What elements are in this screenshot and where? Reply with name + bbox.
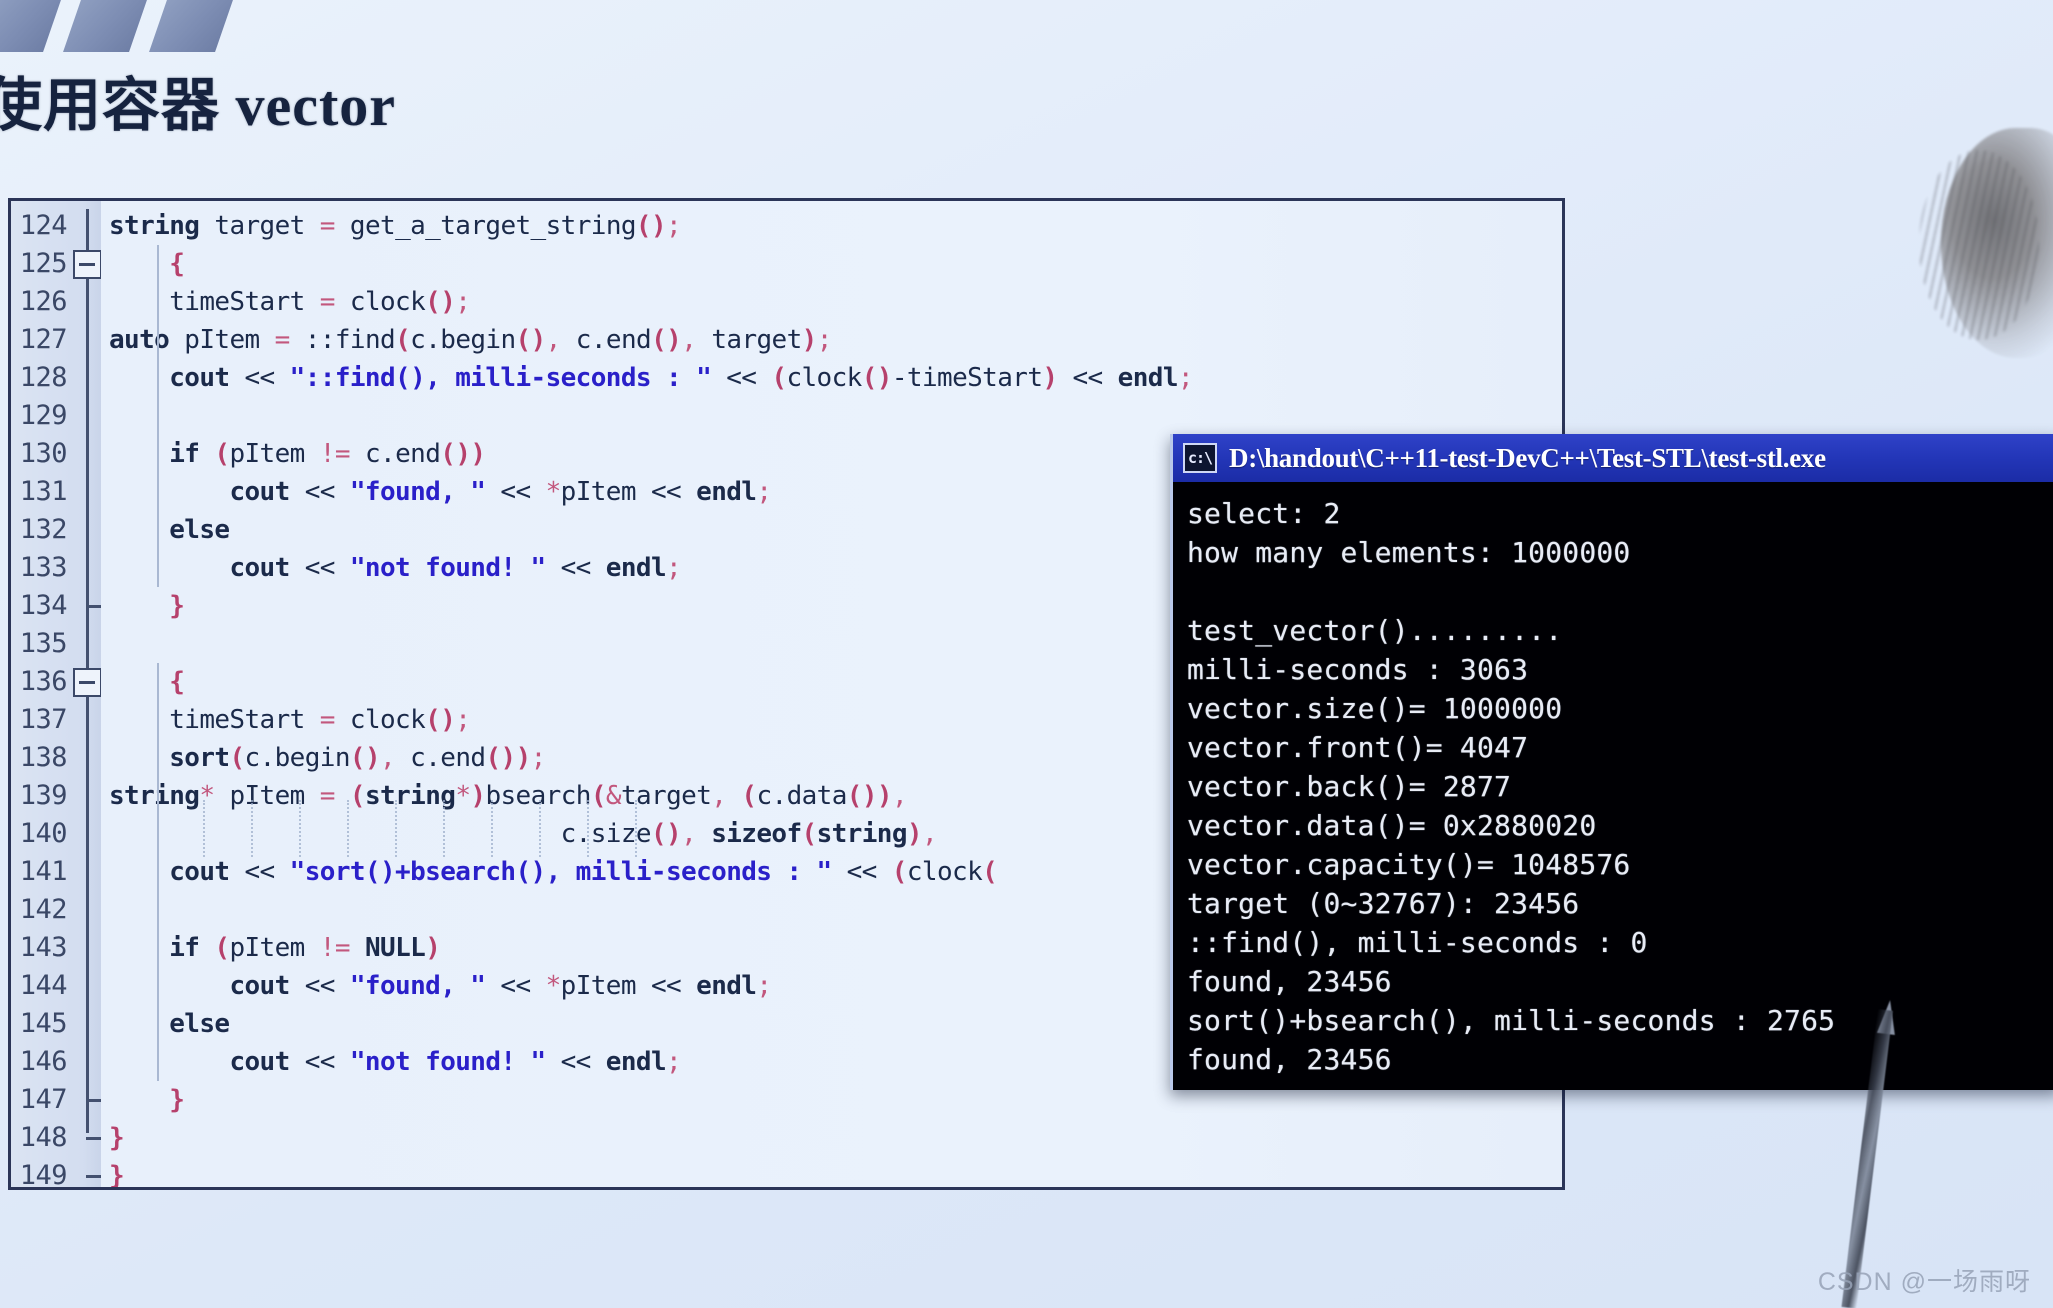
decorative-bar-2 <box>63 0 147 52</box>
code-fold-end-tick <box>86 1175 102 1178</box>
indent-guide <box>251 799 254 857</box>
console-output-line: how many elements: 1000000 <box>1187 536 1631 569</box>
console-output-line: vector.capacity()= 1048576 <box>1187 848 1631 881</box>
page-title: 使用容器 vector <box>0 73 397 138</box>
console-output-line: sort()+bsearch(), milli-seconds : 2765 <box>1187 1004 1836 1037</box>
indent-guide <box>157 245 159 587</box>
code-line: auto pItem = ::find(c.begin(), c.end(), … <box>109 325 832 355</box>
console-output-line: vector.size()= 1000000 <box>1187 692 1563 725</box>
code-line: timeStart = clock(); <box>169 287 471 317</box>
watermark: CSDN @一场雨呀 <box>1817 1268 2031 1296</box>
console-titlebar[interactable]: c:\ D:\handout\C++11-test-DevC++\Test-ST… <box>1173 434 2053 482</box>
code-line: { <box>169 249 185 279</box>
code-fold-toggle[interactable] <box>73 668 102 697</box>
indent-guide <box>539 799 542 857</box>
indent-guide <box>347 799 350 857</box>
code-fold-end-tick <box>86 1099 102 1102</box>
code-fold-end-tick <box>86 605 102 608</box>
indent-guide <box>491 799 494 857</box>
console-output-line: vector.data()= 0x2880020 <box>1187 809 1597 842</box>
slide-canvas: 使用容器 vector 124 125 126 127 128 129 130 131 132 1… <box>0 0 2053 1308</box>
code-line: } <box>109 1161 125 1187</box>
indent-guide <box>157 663 159 1081</box>
console-output-line: found, 23456 <box>1187 965 1392 998</box>
indent-guide <box>587 799 590 857</box>
console-output-line: found, 23456 <box>1187 1043 1392 1076</box>
console-output-line: select: 2 <box>1187 497 1341 530</box>
console-app-icon: c:\ <box>1183 443 1217 473</box>
console-window[interactable]: c:\ D:\handout\C++11-test-DevC++\Test-ST… <box>1170 434 2053 1090</box>
console-output-line: vector.back()= 2877 <box>1187 770 1512 803</box>
console-output-line: ::find(), milli-seconds : 0 <box>1187 926 1648 959</box>
console-output-line: test_vector()......... <box>1187 614 1563 647</box>
decorative-bar-3 <box>149 0 233 52</box>
code-fold-end-tick <box>86 1137 102 1140</box>
indent-guide <box>203 799 206 857</box>
indent-guide <box>299 799 302 857</box>
console-output-line: milli-seconds : 3063 <box>1187 653 1529 686</box>
decorative-bar-1 <box>0 0 61 52</box>
indent-guide <box>443 799 446 857</box>
person-head-silhouette-icon <box>1941 128 2053 358</box>
line-number-gutter: 124 125 126 127 128 129 130 131 132 133 134 135 136 1… <box>11 201 102 1191</box>
console-output-line: target (0~32767): 23456 <box>1187 887 1580 920</box>
code-line: } <box>109 1123 125 1153</box>
code-fold-toggle[interactable] <box>73 250 102 279</box>
console-title-text: D:\handout\C++11-test-DevC++\Test-STL\te… <box>1229 442 1826 473</box>
code-line: string target = get_a_target_string(); <box>109 211 682 241</box>
code-line: cout << "::find(), milli-seconds : " << … <box>169 363 1193 393</box>
indent-guide <box>395 799 398 857</box>
console-output-line: vector.front()= 4047 <box>1187 731 1529 764</box>
indent-guide <box>635 799 638 857</box>
console-output: select: 2 how many elements: 1000000 test… <box>1173 482 2053 1090</box>
